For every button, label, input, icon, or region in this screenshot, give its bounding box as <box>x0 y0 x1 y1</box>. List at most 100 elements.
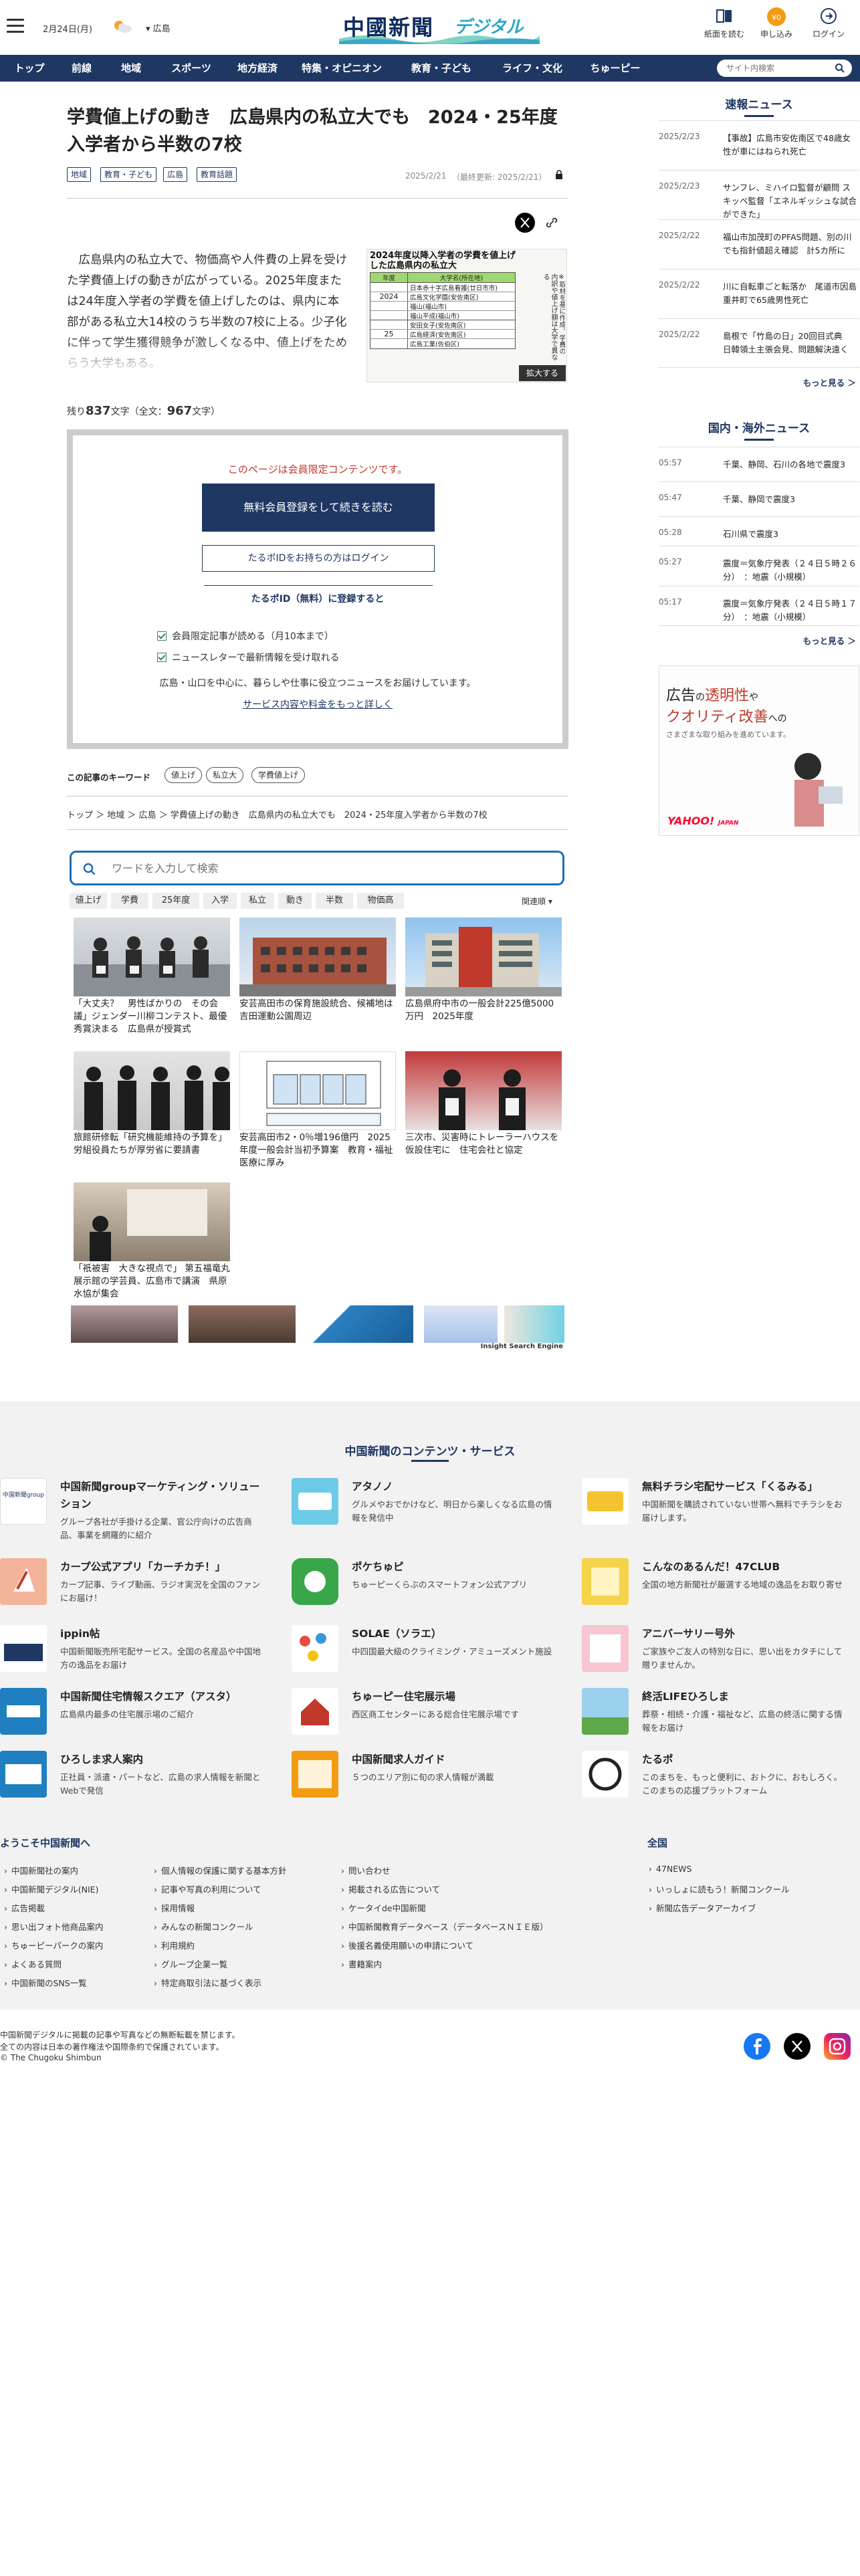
facebook-icon[interactable] <box>744 2033 770 2060</box>
footer-link[interactable]: 書籍案内 <box>341 1957 382 1970</box>
footer-link[interactable]: 個人情報の保護に関する基本方針 <box>154 1864 287 1876</box>
apply-button[interactable]: ¥0 申し込み <box>753 7 800 39</box>
sort-dropdown[interactable]: 関連順 ▾ <box>522 895 552 907</box>
thumbnail[interactable] <box>424 1305 498 1343</box>
word-tab[interactable]: 物価高 <box>357 893 404 909</box>
footer-link[interactable]: 特定商取引法に基づく表示 <box>154 1976 261 1989</box>
news-item[interactable]: 05:57 千葉、静岡、石川の各地で震度3 <box>659 447 859 481</box>
tag-kyoiku-wadai[interactable]: 教育話題 <box>197 167 237 182</box>
login-button[interactable]: ログイン <box>805 7 852 39</box>
thumbnail-strip[interactable]: Insight Search Engine <box>70 1305 564 1354</box>
nav-top[interactable]: トップ <box>4 55 55 82</box>
footer-link[interactable]: 47NEWS <box>649 1864 691 1874</box>
related-card[interactable]: 安芸高田市の保育施設統合、候補地は吉田運動公園周辺 <box>239 918 396 1023</box>
footer-link[interactable]: 中国新聞のSNS一覧 <box>4 1976 87 1989</box>
related-card[interactable]: 旅館研修転「研究機能維持の予算を」 労組役員たちが厚労省に要請書 <box>74 1051 230 1157</box>
keyword-chip[interactable]: 学費値上げ <box>251 767 306 783</box>
footer-link[interactable]: みんなの新聞コンクール <box>154 1920 253 1933</box>
news-item[interactable]: 2025/2/23 サンフレ、ミハイロ監督が顧問 スキッベ監督「エネルギッシュな試… <box>659 170 859 219</box>
thumbnail[interactable] <box>189 1305 296 1343</box>
service-desc: ご家族やご友人の特別な日に、思い出をカタチにして贈りませんか。 <box>642 1646 843 1670</box>
nav-opinion[interactable]: 特集・オピニオン <box>292 55 392 82</box>
kokunai-more-link[interactable]: もっと見る ＞ <box>803 634 856 647</box>
footer-link[interactable]: 思い出フォト他商品案内 <box>4 1920 104 1933</box>
related-card[interactable]: 安芸高田市2・0％増196億円 2025年度一般会計当初予算案 教育・福祉医療に… <box>239 1051 396 1170</box>
related-card[interactable]: 「祇被害 大きな視点で」 第五福竜丸展示館の学芸員、広島市で講演 県原水協が集会 <box>74 1182 230 1301</box>
tag-chiiki[interactable]: 地域 <box>67 167 92 182</box>
footer-link[interactable]: 後援名義使用願いの申請について <box>341 1939 473 1951</box>
tarupo-login-button[interactable]: たるポIDをお持ちの方はログイン <box>202 545 435 572</box>
yahoo-ad-banner[interactable]: 広告の透明性や クオリティ改善への さまざまな取り組みを進めています。 YAHO… <box>659 665 859 836</box>
word-tab[interactable]: 半数 <box>316 893 353 909</box>
hamburger-menu-icon[interactable] <box>7 19 24 33</box>
copy-link-icon[interactable] <box>543 214 560 231</box>
footer-link[interactable]: いっしょに読もう！新聞コンクール <box>649 1883 790 1895</box>
site-logo[interactable]: 中國新聞 デジタル <box>339 9 540 44</box>
tag-hiroshima[interactable]: 広島 <box>163 167 188 182</box>
footer-link[interactable]: 広告掲載 <box>4 1901 45 1914</box>
footer-link[interactable]: 中国新聞デジタル(NIE) <box>4 1883 98 1895</box>
breadcrumb[interactable]: トップ ＞ 地域 ＞ 広島 ＞ 学費値上げの動き 広島県内の私立大でも 2024… <box>67 808 488 821</box>
news-item[interactable]: 2025/2/22 島根で「竹島の日」20回目式典 日韓領土主張会見、問題解決遠く <box>659 318 859 368</box>
figure-univ-cell: 福山(福山市) <box>410 304 447 311</box>
word-tab[interactable]: 私立 <box>241 893 274 909</box>
weather-icon[interactable] <box>111 18 134 35</box>
footer-link[interactable]: 掲載される広告について <box>341 1883 440 1895</box>
footer-link[interactable]: 記事や写真の利用について <box>154 1883 261 1895</box>
region-selector[interactable]: ▾ 広島 <box>146 21 171 34</box>
footer-link[interactable]: ちゅーピーパークの案内 <box>4 1939 103 1951</box>
nav-chupy[interactable]: ちゅーピー <box>582 55 649 82</box>
footer-link[interactable]: ケータイde中国新聞 <box>341 1901 426 1914</box>
thumbnail[interactable] <box>71 1305 178 1343</box>
news-item[interactable]: 05:27 震度＝気象庁発表（２４日５時２６分） ：地震（小規模） <box>659 546 859 586</box>
thumbnail[interactable] <box>504 1305 564 1343</box>
nav-kyoiku[interactable]: 教育・子ども <box>401 55 481 82</box>
word-tab[interactable]: 入学 <box>203 893 237 909</box>
related-card[interactable]: 三次市、災害時にトレーラーハウスを仮設住宅に 住宅会社と協定 <box>405 1051 562 1157</box>
word-tab[interactable]: 学費 <box>111 893 148 909</box>
footer-link[interactable]: グループ企業一覧 <box>154 1957 227 1970</box>
news-item[interactable]: 2025/2/23 【事故】広島市安佐南区で48歳女性が車にはねられ死亡 <box>659 120 859 170</box>
news-item[interactable]: 05:47 千葉、静岡で震度3 <box>659 481 859 516</box>
news-item[interactable]: 2025/2/22 福山市加茂町のPFAS問題、別の川でも指針値超え確認 計5カ所… <box>659 219 859 269</box>
read-paper-button[interactable]: 紙面を読む <box>701 7 748 39</box>
footer-link[interactable]: 中国新聞教育データベース（データベースＮＩＥ版） <box>341 1920 548 1933</box>
related-card[interactable]: 広島県府中市の一般会計225億5000万円 2025年度 <box>405 918 562 1023</box>
search-icon[interactable] <box>835 63 845 74</box>
paywall-news-line: 広島・山口を中心に、暮らしや仕事に役立つニュースをお届けしています。 <box>159 678 476 689</box>
footer-link[interactable]: 問い合わせ <box>341 1864 391 1876</box>
sokuhou-more-link[interactable]: もっと見る ＞ <box>803 376 856 389</box>
figure-zoom-button[interactable]: 拡大する <box>519 365 566 381</box>
site-search-input[interactable] <box>717 60 852 77</box>
service-details-link[interactable]: サービス内容や料金をもっと詳しく <box>73 697 562 711</box>
news-item[interactable]: 05:28 石川県で震度3 <box>659 516 859 546</box>
footer-link[interactable]: 中国新聞社の案内 <box>4 1864 78 1876</box>
word-tab[interactable]: 動き <box>278 893 312 909</box>
related-search-input[interactable] <box>70 851 564 885</box>
instagram-icon[interactable] <box>824 2033 851 2060</box>
nav-keizai[interactable]: 地方経済 <box>227 55 288 82</box>
related-card[interactable]: 「大丈夫？ 男性ばかりの その会議」ジェンダー川柳コンテスト、最優秀賞決まる 広… <box>74 918 230 1036</box>
nav-chiiki[interactable]: 地域 <box>107 55 155 82</box>
nav-life[interactable]: ライフ・文化 <box>491 55 574 82</box>
word-tab[interactable]: 値上げ <box>70 893 107 909</box>
keyword-chip[interactable]: 私立大 <box>206 767 244 783</box>
footer-link[interactable]: 新聞広告データアーカイブ <box>649 1901 756 1914</box>
footer-link[interactable]: 採用情報 <box>154 1901 195 1914</box>
news-item[interactable]: 2025/2/22 川に自転車ごと転落か 尾道市因島重井町で65歳男性死亡 <box>659 269 859 318</box>
article-figure[interactable]: 2024年度以降入学者の学費を値上げした広島県内の私立大 年度 大学名(所在地)… <box>366 249 567 383</box>
footer-link[interactable]: 利用規約 <box>154 1939 195 1951</box>
tag-kyoiku[interactable]: 教育・子ども <box>100 167 157 182</box>
word-tab[interactable]: 25年度 <box>152 893 199 909</box>
nav-zensen[interactable]: 前線 <box>58 55 106 82</box>
x-share-button[interactable] <box>515 213 535 233</box>
article-date: 2025/2/21 <box>405 171 447 181</box>
thumbnail[interactable] <box>306 1305 413 1343</box>
card-caption: 安芸高田市2・0％増196億円 2025年度一般会計当初予算案 教育・福祉医療に… <box>239 1132 393 1168</box>
free-register-button[interactable]: 無料会員登録をして続きを読む <box>202 484 435 532</box>
keyword-chip[interactable]: 値上げ <box>165 767 203 783</box>
nav-sports[interactable]: スポーツ <box>158 55 225 82</box>
x-social-icon[interactable] <box>784 2033 811 2060</box>
news-item[interactable]: 05:17 震度＝気象庁発表（２４日５時１７分） ：地震（小規模） <box>659 586 859 626</box>
footer-link[interactable]: よくある質問 <box>4 1957 62 1970</box>
